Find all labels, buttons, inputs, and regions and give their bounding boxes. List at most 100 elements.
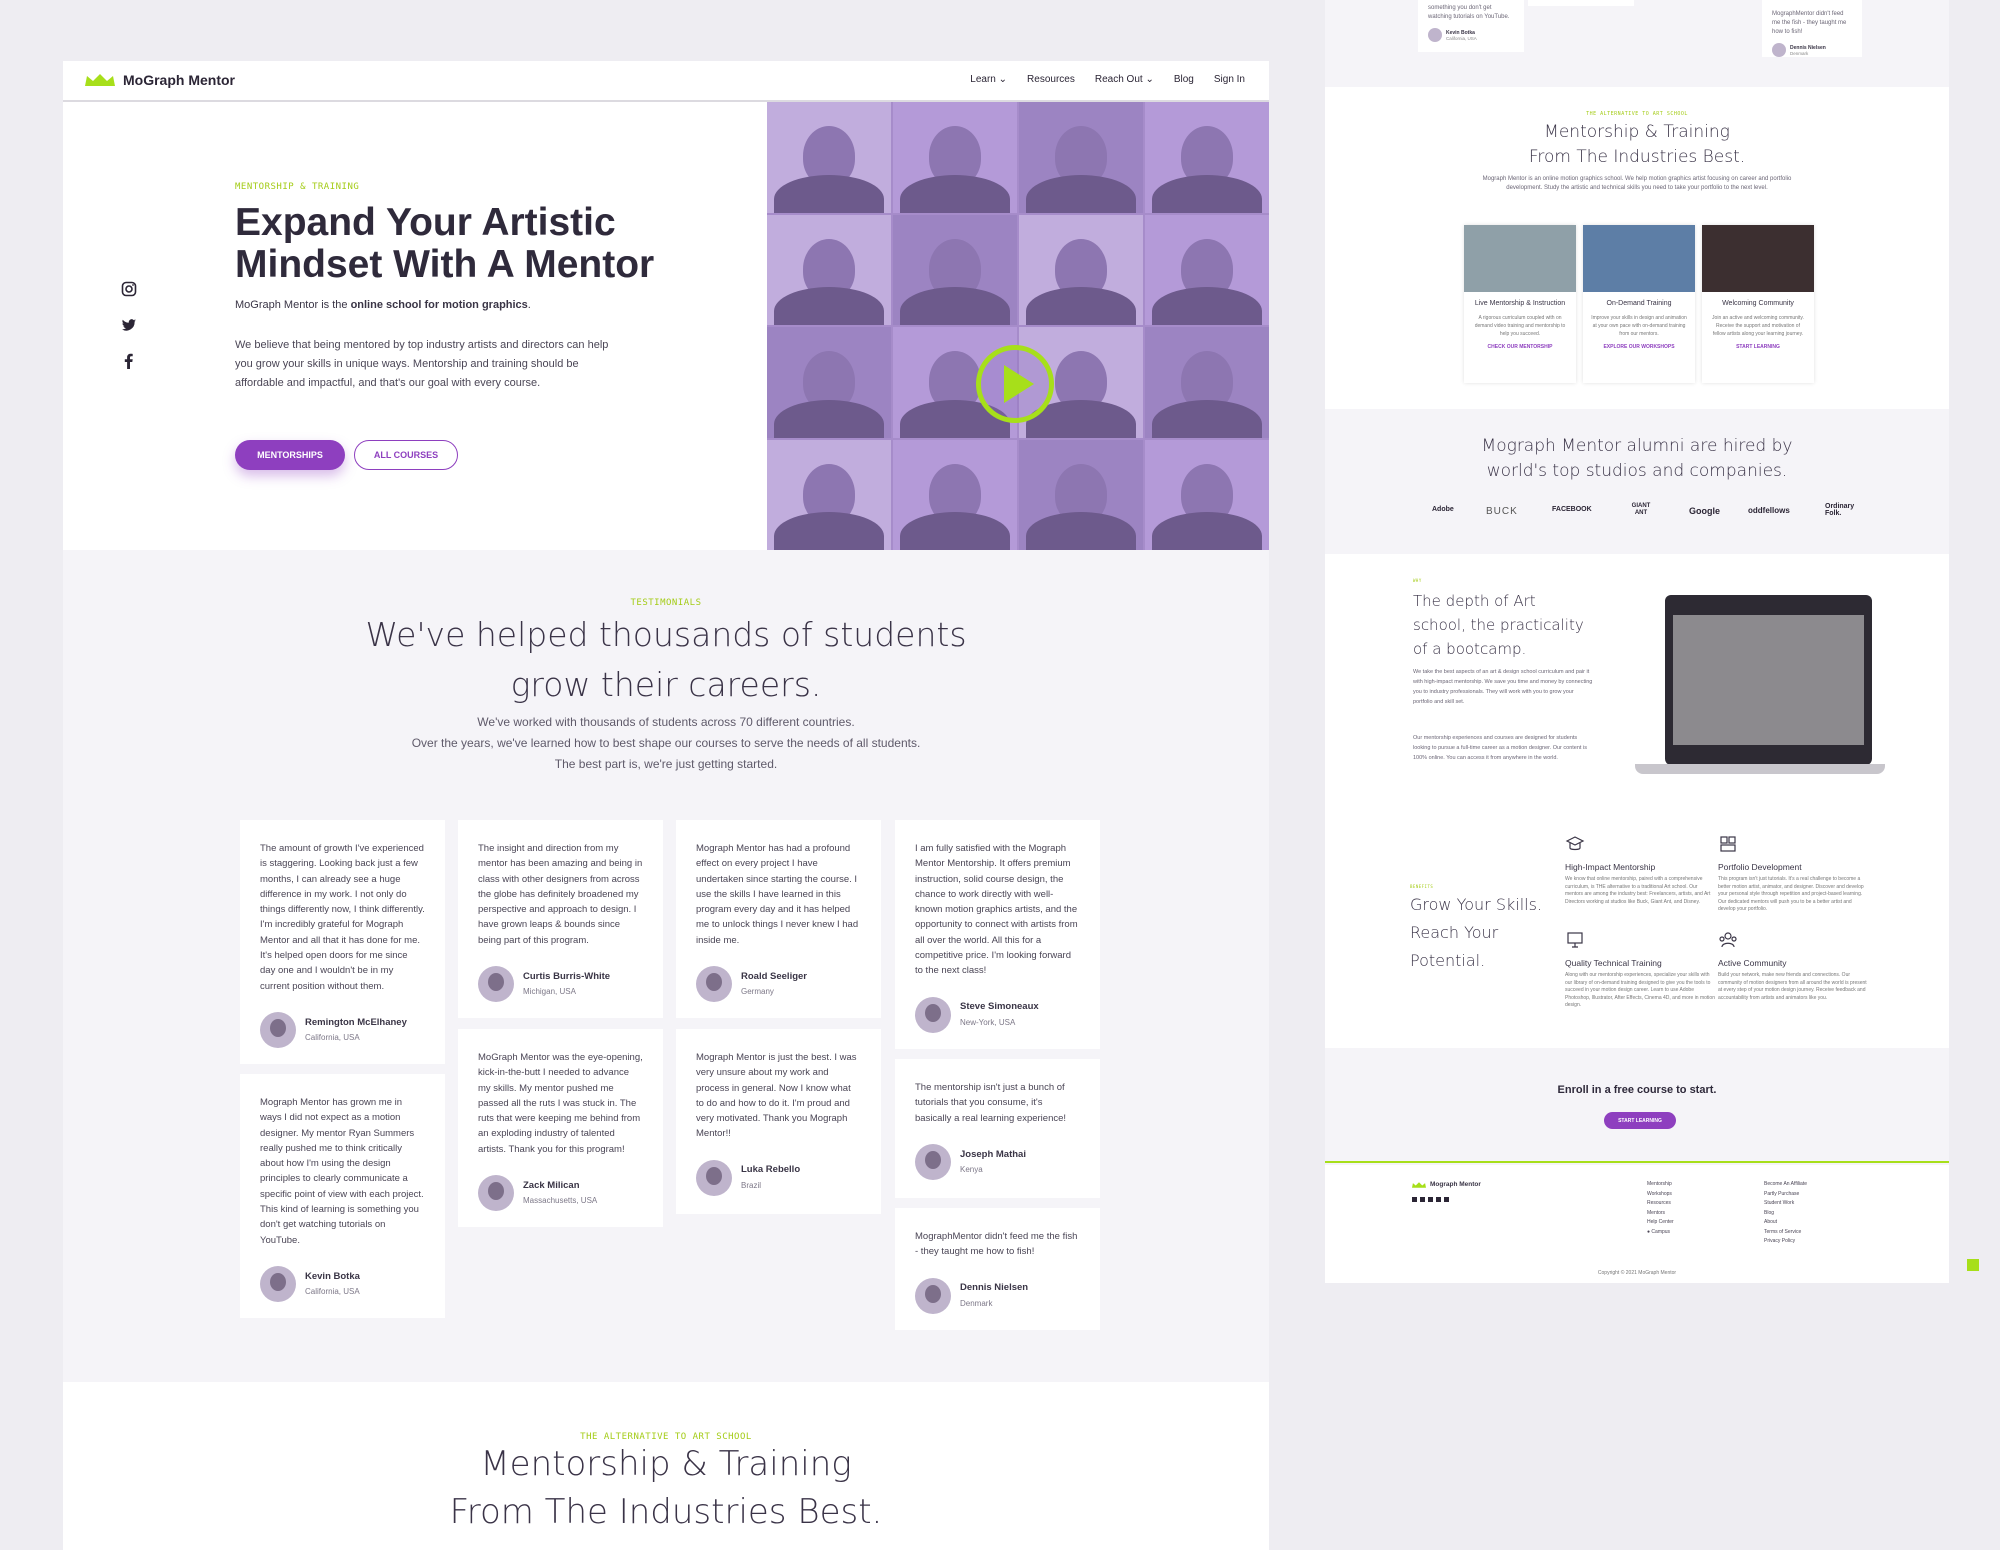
feature-card-on-demand[interactable]: On-Demand Training Improve your skills i… [1583, 225, 1695, 383]
brand-logo[interactable]: MoGraph Mentor [85, 72, 235, 88]
instagram-icon[interactable] [1428, 1197, 1433, 1202]
feature-link[interactable]: START LEARNING [1702, 344, 1814, 350]
footer-link[interactable]: Mentorship [1647, 1180, 1674, 1190]
footer-link-campus[interactable]: ● Campus [1647, 1228, 1674, 1238]
footer-link[interactable]: Workshops [1647, 1190, 1674, 1200]
testimonial-author: Kevin Botka California, USA [260, 1265, 425, 1302]
youtube-icon[interactable] [1436, 1197, 1441, 1202]
footer-link[interactable]: Partly Purchase [1764, 1190, 1807, 1200]
testimonial-card: Mograph Mentor has grown me in ways I di… [240, 1074, 445, 1318]
twitter-icon[interactable] [1420, 1197, 1425, 1202]
feature-link[interactable]: EXPLORE OUR WORKSHOPS [1583, 344, 1695, 350]
mentor-photo [1145, 327, 1269, 438]
author-location: Michigan, USA [523, 987, 576, 997]
footer-link[interactable]: Terms of Service [1764, 1228, 1807, 1238]
testimonial-card-mini: something you don't get watching tutoria… [1418, 0, 1524, 52]
mini-author: Dennis Nielsen Denmark [1772, 43, 1852, 57]
mentor-photo [767, 102, 891, 213]
footer-link[interactable]: Resources [1647, 1199, 1674, 1209]
nav-item-resources[interactable]: Resources [1027, 74, 1075, 85]
mini-alt-title-line: From The Industries Best. [1528, 147, 1746, 167]
author-name: Luka Rebello [741, 1164, 801, 1176]
author-name: Steve Simoneaux [960, 1001, 1039, 1013]
feature-card-live-mentorship[interactable]: Live Mentorship & Instruction A rigorous… [1464, 225, 1576, 383]
mini-author-name: Dennis Nielsen [1790, 44, 1826, 51]
mentor-photo-grid [767, 102, 1269, 550]
alt-title-line: From The Industries Best. [449, 1492, 883, 1532]
footer-link[interactable]: Student Work [1764, 1199, 1807, 1209]
facebook-icon[interactable] [1412, 1197, 1417, 1202]
avatar [478, 966, 514, 1003]
testimonials-title: We've helped thousands of students grow … [63, 610, 1269, 710]
footer-link[interactable]: Mentors [1647, 1209, 1674, 1219]
crown-logo-icon [85, 74, 115, 86]
footer-link[interactable]: Help Center [1647, 1218, 1674, 1228]
nav-item-sign-in[interactable]: Sign In [1214, 74, 1245, 85]
avatar [1428, 28, 1442, 42]
hero-eyebrow: MENTORSHIP & TRAINING [235, 182, 360, 192]
mini-author: Kevin Botka California, USA [1428, 28, 1514, 42]
instagram-icon[interactable] [121, 281, 137, 297]
author-location: California, USA [305, 1032, 360, 1042]
vimeo-icon[interactable] [1444, 1197, 1449, 1202]
laptop-image [1665, 595, 1872, 765]
avatar [260, 1011, 296, 1048]
enroll-title: Enroll in a free course to start. [1557, 1084, 1717, 1096]
feature-card-community[interactable]: Welcoming Community Join an active and w… [1702, 225, 1814, 383]
mentorship-training-section: THE ALTERNATIVE TO ART SCHOOL Mentorship… [1325, 87, 1949, 409]
footer-link[interactable]: Blog [1764, 1209, 1807, 1219]
start-learning-button[interactable]: START LEARNING [1604, 1112, 1676, 1129]
nav-learn-label: Learn [970, 74, 996, 85]
testimonial-text: The mentorship isn't just a bunch of tut… [915, 1082, 1067, 1124]
testimonial-text: Mograph Mentor has had a profound effect… [696, 843, 859, 946]
mentor-photo [1145, 214, 1269, 325]
nav-item-learn[interactable]: Learn ⌄ [970, 74, 1007, 85]
footer-link[interactable]: Privacy Policy [1764, 1237, 1807, 1247]
facebook-logo: FACEBOOK [1552, 506, 1592, 513]
scroll-to-top-button[interactable] [1967, 1259, 1979, 1271]
all-courses-button[interactable]: ALL COURSES [354, 440, 458, 470]
avatar [915, 1143, 951, 1180]
brand-name: MoGraph Mentor [123, 72, 235, 88]
author-name: Dennis Nielsen [960, 1282, 1029, 1294]
testimonial-card: I am fully satisfied with the Mograph Me… [895, 820, 1100, 1049]
nav-item-blog[interactable]: Blog [1174, 74, 1194, 85]
mentor-photo [893, 102, 1017, 213]
footer: Mograph Mentor Mentorship Workshops Reso… [1325, 1165, 1949, 1283]
mentor-photo [1019, 214, 1143, 325]
testimonial-author: Dennis Nielsen Denmark [915, 1277, 1080, 1314]
avatar [696, 966, 732, 1003]
play-video-button[interactable] [976, 345, 1054, 423]
chevron-down-icon: ⌄ [998, 74, 1008, 85]
skill-desc: This program isn't just tutorials. It's … [1718, 876, 1864, 912]
feature-desc: Improve your skills in design and animat… [1591, 315, 1687, 337]
author-location: Massachusetts, USA [523, 1196, 598, 1206]
testimonial-text: MoGraph Mentor was the eye-opening, kick… [478, 1052, 643, 1155]
footer-link[interactable]: Become An Affiliate [1764, 1180, 1807, 1190]
footer-link[interactable]: About [1764, 1218, 1807, 1228]
testimonial-card: Mograph Mentor is just the best. I was v… [676, 1029, 881, 1214]
testimonial-text: The insight and direction from my mentor… [478, 843, 643, 946]
author-name: Curtis Burris-White [523, 970, 611, 982]
author-name: Kevin Botka [305, 1270, 360, 1282]
feature-title: On-Demand Training [1606, 300, 1672, 307]
alt-title: Mentorship & Training From The Industrie… [63, 1440, 1269, 1536]
alumni-title-line: Mograph Mentor alumni are hired by [1481, 436, 1793, 456]
mini-alt-title-line: Mentorship & Training [1544, 122, 1730, 142]
mentorships-button[interactable]: MENTORSHIPS [235, 440, 345, 470]
skill-title: Quality Technical Training [1565, 958, 1662, 968]
twitter-icon[interactable] [121, 317, 137, 333]
ordinary-folk-logo: Ordinary Folk. [1825, 503, 1855, 517]
giant-ant-logo: GIANT ANT [1631, 503, 1651, 516]
alumni-title: Mograph Mentor alumni are hired by world… [1325, 434, 1949, 484]
testimonial-card-mini: MographMentor didn't feed me the fish - … [1762, 0, 1862, 57]
feature-link[interactable]: CHECK OUR MENTORSHIP [1464, 344, 1576, 350]
footer-logo[interactable]: Mograph Mentor [1412, 1181, 1481, 1188]
skills-title-line: Reach Your [1410, 923, 1499, 942]
mini-testimonial-text: MographMentor didn't feed me the fish - … [1772, 11, 1847, 35]
nav-item-reach-out[interactable]: Reach Out ⌄ [1095, 74, 1154, 85]
testimonial-text: The amount of growth I've experienced is… [260, 843, 425, 992]
facebook-icon[interactable] [121, 353, 137, 369]
crown-logo-icon [1412, 1181, 1426, 1188]
testimonial-text: Mograph Mentor is just the best. I was v… [696, 1052, 857, 1140]
